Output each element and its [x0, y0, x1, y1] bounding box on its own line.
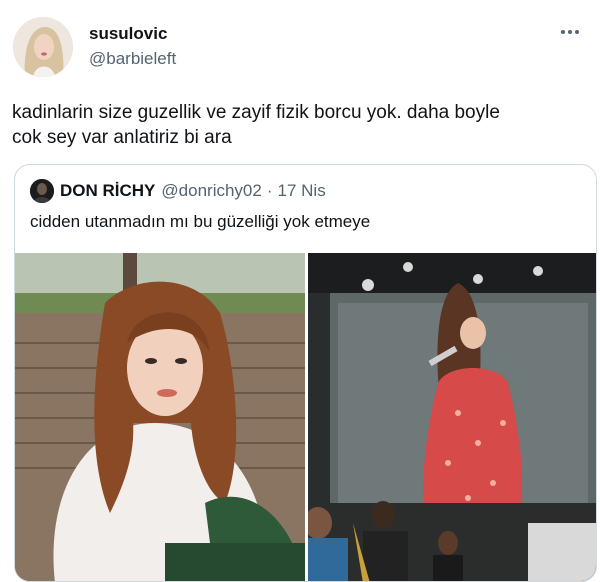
more-horizontal-icon[interactable] — [556, 22, 584, 42]
quoted-tweet[interactable]: DON RİCHY @donrichy02 · 17 Nis cidden ut… — [14, 164, 597, 582]
quoted-tweet-date[interactable]: 17 Nis — [278, 181, 326, 201]
quoted-tweet-header: DON RİCHY @donrichy02 · 17 Nis — [30, 179, 326, 203]
author-handle[interactable]: @barbieleft — [89, 48, 176, 70]
tweet-text-line: kadinlarin size guzellik ve zayif fizik … — [12, 102, 500, 123]
separator-dot: · — [266, 181, 273, 200]
author-display-name[interactable]: susulovic — [89, 24, 176, 44]
tweet-text-line: cok sey var anlatiriz bi ara — [12, 127, 232, 148]
quoted-author-name[interactable]: DON RİCHY — [60, 181, 155, 201]
photo-stage[interactable] — [308, 253, 596, 581]
tweet-text: kadinlarin size guzellik ve zayif fizik … — [12, 100, 582, 150]
author-avatar[interactable] — [13, 17, 73, 77]
tweet: susulovic @barbieleft kadinlarin size gu… — [0, 0, 600, 582]
photo-portrait[interactable] — [15, 253, 305, 581]
quoted-tweet-media — [15, 253, 596, 581]
quoted-author-avatar — [30, 179, 54, 203]
author-info: susulovic @barbieleft — [89, 24, 176, 70]
quoted-tweet-text: cidden utanmadın mı bu güzelliği yok etm… — [30, 212, 371, 231]
quoted-author-handle[interactable]: @donrichy02 — [161, 181, 261, 201]
